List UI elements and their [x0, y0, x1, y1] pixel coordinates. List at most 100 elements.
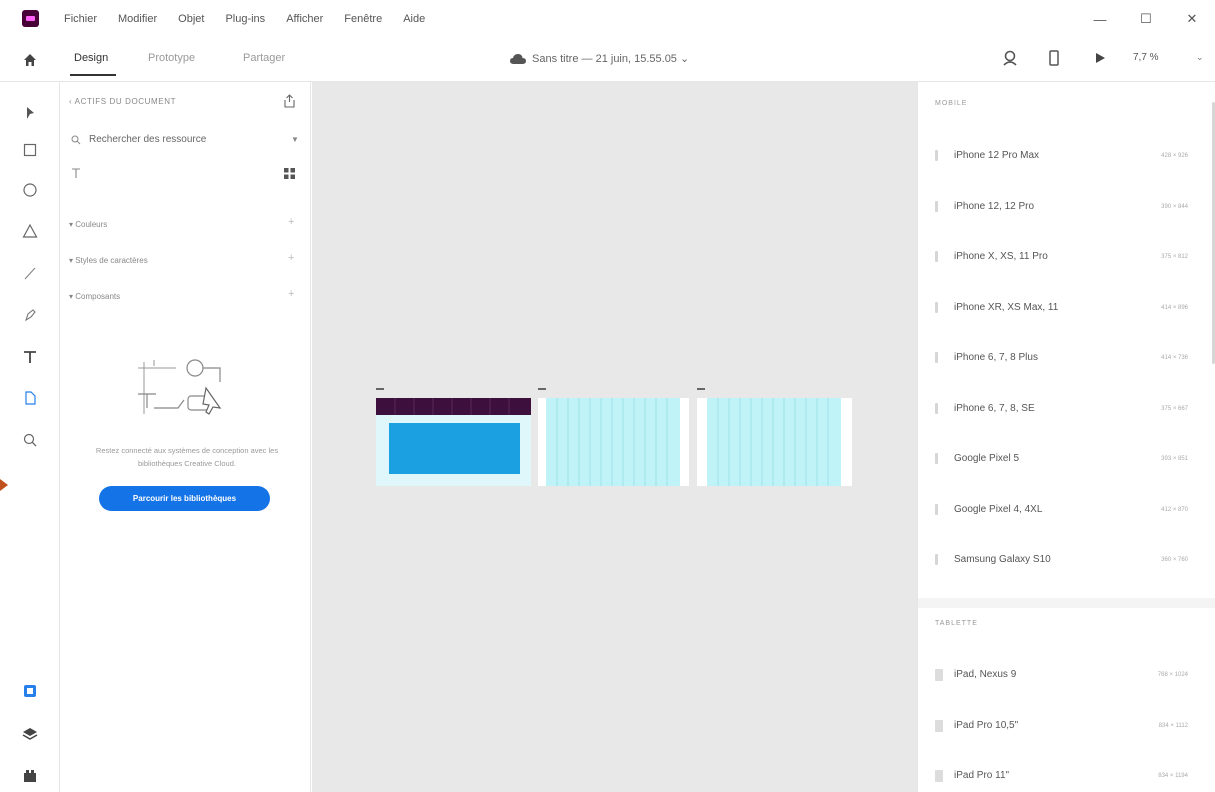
add-component-button[interactable]: + — [288, 288, 294, 300]
preset-samsung-s10[interactable]: Samsung Galaxy S10 360 × 760 — [918, 534, 1215, 585]
menu-afficher[interactable]: Afficher — [286, 13, 323, 25]
user-invite-icon[interactable] — [1003, 50, 1017, 66]
preset-size: 360 × 760 — [1161, 556, 1188, 563]
polygon-tool-icon[interactable] — [21, 222, 39, 240]
line-tool-icon[interactable] — [21, 264, 39, 282]
phone-icon — [935, 504, 938, 515]
artboard-2[interactable] — [538, 398, 689, 486]
phone-icon — [935, 150, 938, 161]
zoom-tool-icon[interactable] — [21, 431, 39, 449]
menu-objet[interactable]: Objet — [178, 13, 204, 25]
preset-size: 390 × 844 — [1161, 203, 1188, 210]
layers-icon[interactable] — [21, 725, 39, 743]
preset-google-pixel-5[interactable]: Google Pixel 5 393 × 851 — [918, 433, 1215, 484]
preset-iphone-8-se[interactable]: iPhone 6, 7, 8, SE 375 × 667 — [918, 383, 1215, 434]
phone-icon — [935, 201, 938, 212]
menu-fichier[interactable]: Fichier — [64, 13, 97, 25]
minimize-button[interactable]: — — [1077, 12, 1123, 27]
menu-modifier[interactable]: Modifier — [118, 13, 157, 25]
browse-libraries-button[interactable]: Parcourir les bibliothèques — [99, 486, 270, 511]
preset-google-pixel-4[interactable]: Google Pixel 4, 4XL 412 × 870 — [918, 484, 1215, 535]
text-tool-icon[interactable] — [21, 348, 39, 366]
preset-ipad-pro-10-5[interactable]: iPad Pro 10,5" 834 × 1112 — [918, 700, 1215, 751]
ellipse-tool-icon[interactable] — [21, 181, 39, 199]
device-preview-icon[interactable] — [1049, 50, 1059, 66]
assets-panel: ‹ ACTIFS DU DOCUMENT Rechercher des ress… — [61, 82, 311, 792]
plugins-icon[interactable] — [21, 767, 39, 785]
mobile-group-title: MOBILE — [935, 100, 968, 107]
pen-tool-icon[interactable] — [21, 306, 39, 324]
artboard-3[interactable] — [697, 398, 852, 486]
add-character-style-button[interactable]: + — [288, 252, 294, 264]
tab-partager[interactable]: Partager — [243, 52, 285, 64]
blue-rectangle-shape[interactable] — [389, 423, 520, 474]
preset-name: Samsung Galaxy S10 — [954, 554, 1051, 565]
artboard-header-bar[interactable] — [376, 398, 531, 415]
filter-icon[interactable] — [71, 168, 81, 179]
assets-panel-title[interactable]: ‹ ACTIFS DU DOCUMENT — [69, 97, 176, 106]
preset-ipad-nexus-9[interactable]: iPad, Nexus 9 768 × 1024 — [918, 649, 1215, 700]
menu-fenetre[interactable]: Fenêtre — [344, 13, 382, 25]
tab-prototype[interactable]: Prototype — [148, 52, 195, 64]
preset-size: 414 × 736 — [1161, 354, 1188, 361]
close-button[interactable]: ✕ — [1169, 11, 1215, 27]
asset-search-field[interactable]: Rechercher des ressource — [71, 134, 206, 145]
play-icon[interactable] — [1094, 50, 1106, 66]
preset-size: 412 × 870 — [1161, 506, 1188, 513]
preset-iphone-12[interactable]: iPhone 12, 12 Pro 390 × 844 — [918, 181, 1215, 232]
preset-name: Google Pixel 4, 4XL — [954, 504, 1043, 515]
layout-grid-overlay — [707, 398, 841, 486]
section-character-styles[interactable]: ▾ Styles de caractères — [69, 256, 148, 265]
add-color-button[interactable]: + — [288, 216, 294, 228]
tablet-group-title: TABLETTE — [935, 620, 978, 627]
preset-name: iPhone 6, 7, 8 Plus — [954, 352, 1038, 363]
zoom-level[interactable]: 7,7 % — [1133, 52, 1159, 63]
preset-iphone-8-plus[interactable]: iPhone 6, 7, 8 Plus 414 × 736 — [918, 332, 1215, 383]
document-title-text: Sans titre — 21 juin, 15.55.05 ⌄ — [532, 53, 690, 65]
libraries-illustration-icon — [138, 359, 222, 415]
preset-ipad-pro-11[interactable]: iPad Pro 11" 834 × 1194 — [918, 750, 1215, 792]
menu-aide[interactable]: Aide — [403, 13, 425, 25]
home-icon[interactable] — [22, 52, 38, 68]
active-tab-underline — [70, 74, 116, 76]
artboard-presets-panel: MOBILE iPhone 12 Pro Max 428 × 926 iPhon… — [917, 82, 1215, 792]
preset-name: iPhone XR, XS Max, 11 — [954, 302, 1059, 313]
rectangle-tool-icon[interactable] — [21, 141, 39, 159]
phone-icon — [935, 352, 938, 363]
artboard-tool-icon[interactable] — [21, 389, 39, 407]
select-tool-icon[interactable] — [21, 104, 39, 122]
header-grid-overlay — [394, 398, 510, 415]
preset-name: iPad Pro 11" — [954, 770, 1010, 781]
section-colors[interactable]: ▾ Couleurs — [69, 220, 107, 229]
preset-iphone-12-pro-max[interactable]: iPhone 12 Pro Max 428 × 926 — [918, 130, 1215, 181]
maximize-button[interactable]: ☐ — [1123, 11, 1169, 27]
artboard-label-2[interactable] — [538, 388, 546, 390]
search-scope-dropdown-icon[interactable]: ▼ — [291, 135, 299, 144]
assets-panel-icon[interactable] — [21, 682, 39, 700]
tab-design[interactable]: Design — [74, 52, 108, 64]
search-placeholder: Rechercher des ressource — [89, 134, 207, 145]
grid-view-icon[interactable] — [284, 168, 295, 179]
artboard-1[interactable] — [376, 398, 531, 486]
artboard-label-3[interactable] — [697, 388, 705, 390]
design-canvas[interactable] — [312, 82, 917, 792]
layout-grid-overlay — [546, 398, 680, 486]
search-icon — [71, 135, 81, 144]
menu-plugins[interactable]: Plug-ins — [225, 13, 265, 25]
preset-name: iPhone 6, 7, 8, SE — [954, 403, 1035, 414]
tool-rail — [0, 82, 60, 792]
preset-name: iPhone X, XS, 11 Pro — [954, 251, 1048, 262]
phone-icon — [935, 251, 938, 262]
share-icon[interactable] — [283, 94, 296, 108]
phone-icon — [935, 403, 938, 414]
document-title[interactable]: Sans titre — 21 juin, 15.55.05 ⌄ — [510, 52, 689, 65]
active-tool-pointer — [0, 479, 8, 491]
artboard-label-1[interactable] — [376, 388, 384, 390]
zoom-dropdown-icon[interactable]: ⌄ — [1196, 52, 1204, 63]
group-divider — [918, 598, 1215, 608]
preset-size: 768 × 1024 — [1157, 671, 1188, 678]
preset-iphone-x[interactable]: iPhone X, XS, 11 Pro 375 × 812 — [918, 231, 1215, 282]
section-components[interactable]: ▾ Composants — [69, 292, 120, 301]
tablet-icon — [935, 719, 943, 732]
preset-iphone-xr[interactable]: iPhone XR, XS Max, 11 414 × 896 — [918, 282, 1215, 333]
